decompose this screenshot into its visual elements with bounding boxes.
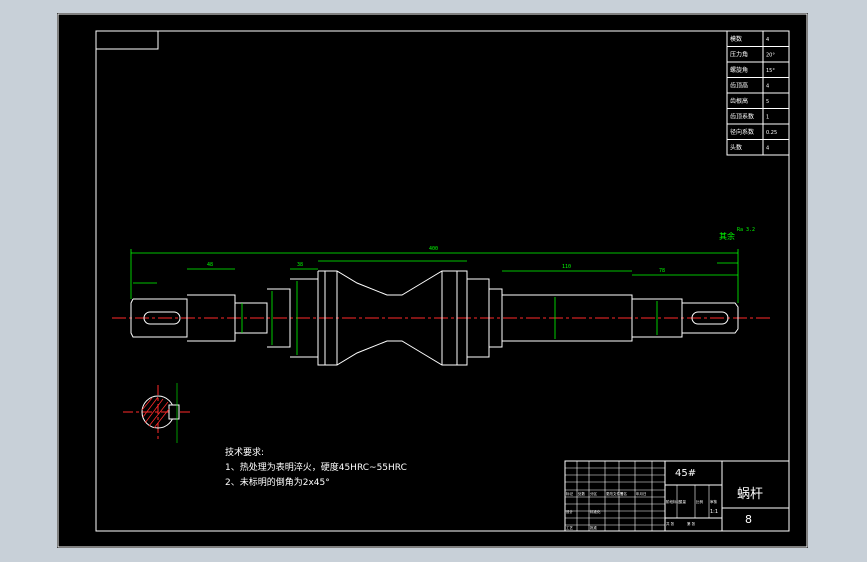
tech-heading: 技术要求: [225,446,264,458]
param-label: 螺旋角 [730,66,748,74]
param-value: 1 [766,115,769,121]
title-scale: 1:1 [710,509,718,515]
title-block: 标记 处数 分区 更改文件号签名 年月日设计 标准化阶段标记 重量 比例 审核工艺 批准共 张第 … [564,460,790,532]
dim-b: 38 [297,262,303,268]
param-label: 头数 [730,144,742,152]
roughness-note: 其余 [719,231,735,241]
section-view [123,383,193,443]
cad-viewport[interactable]: 模数 4 压力角 20° 螺旋角 15° 齿顶高 4 齿根高 5 齿顶系数 1 径向系数 0.25 头数 4 [57,13,808,548]
title-block-cell-label: 标准化 [590,509,601,514]
dim-a: 48 [207,262,213,268]
title-block-cell-label: 年月日 [636,491,647,496]
param-value: 5 [766,99,769,105]
param-value: 20° [766,53,775,59]
param-value: 0.25 [766,130,777,136]
param-value: 4 [766,37,769,43]
param-label: 齿根高 [730,97,748,105]
dim-d: 78 [659,268,665,274]
title-block-cell-label: 分区 [590,491,598,496]
param-label: 径向系数 [730,128,754,136]
roughness-mark: Ra 3.2 [737,227,755,233]
param-label: 齿顶系数 [730,113,754,121]
title-block-cell-label: 审核 [710,499,718,504]
title-block-cell-label: 重量 [679,499,687,504]
title-block-cell-label: 签名 [620,491,627,496]
technical-requirements: 技术要求: 1、热处理为表明淬火，硬度45HRC~55HRC 2、未标明的倒角为… [225,446,407,488]
param-label: 齿顶高 [730,82,748,90]
dim-c: 110 [562,264,571,270]
dimension-labels: 400 48 38 110 78 其余 Ra 3.2 [207,227,755,274]
dimension-lines [130,249,739,355]
tech-item-1: 1、热处理为表明淬火，硬度45HRC~55HRC [225,461,407,473]
title-block-cell-label: 工艺 [566,525,574,530]
param-value: 15° [766,68,775,74]
title-block-cell-label: 比例 [696,499,704,504]
title-block-cell-label: 第 张 [687,521,696,526]
code-box [95,30,159,50]
title-block-cell-label: 共 张 [666,521,675,526]
title-block-cell-label: 设计 [566,509,574,514]
param-value: 4 [766,146,769,152]
title-part-name: 蜗杆 [737,486,763,502]
param-value: 4 [766,84,769,90]
title-block-cell-label: 处数 [578,491,586,496]
param-label: 压力角 [730,51,748,59]
param-label: 模数 [730,35,742,43]
title-block-cell-label: 标记 [566,491,574,496]
title-block-cell-label: 批准 [590,525,598,530]
tech-item-2: 2、未标明的倒角为2x45° [225,476,330,488]
parameter-table: 模数 4 压力角 20° 螺旋角 15° 齿顶高 4 齿根高 5 齿顶系数 1 径向系数 0.25 头数 4 [726,30,790,156]
dim-overall: 400 [429,246,438,252]
title-material: 45# [675,468,696,479]
drawing-canvas: 模数 4 压力角 20° 螺旋角 15° 齿顶高 4 齿根高 5 齿顶系数 1 径向系数 0.25 头数 4 [57,13,808,548]
title-drawing-number: 8 [745,513,752,526]
